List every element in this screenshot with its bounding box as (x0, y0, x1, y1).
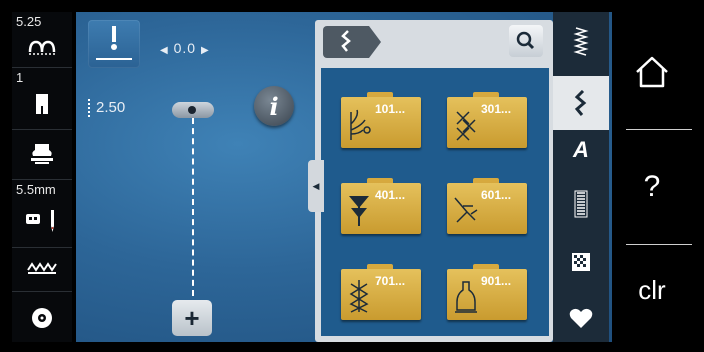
needle-icon-base (96, 58, 132, 60)
category-practical-stitches[interactable] (553, 22, 609, 62)
search-button[interactable] (509, 25, 543, 57)
stitch-width-icon (12, 38, 72, 58)
left-sidebar: 5.25 1 5.5mm (12, 12, 72, 342)
presser-foot-number: 1 (16, 70, 24, 85)
chevron-left-icon: ◀ (312, 180, 320, 191)
stitch-width-button[interactable]: 5.25 (12, 12, 72, 68)
stitch-length-value: 2.50 (96, 99, 126, 116)
feed-dog-icon (12, 142, 72, 166)
decorative-stitch-icon (339, 30, 353, 58)
divider (626, 129, 692, 130)
info-button[interactable]: i (254, 86, 294, 126)
stitch-category-tab[interactable] (323, 26, 381, 58)
search-icon (516, 31, 535, 50)
feed-dog-button[interactable] (12, 130, 72, 180)
stitch-folder-grid: 101... 301... 401... 601... 701... 901..… (321, 68, 549, 336)
divider (626, 244, 692, 245)
folder-label: 601... (481, 188, 512, 202)
buttonhole-icon (574, 190, 588, 218)
stitch-selection-panel: 101... 301... 401... 601... 701... 901..… (315, 20, 553, 342)
needle-icon (12, 208, 72, 234)
needle-icon-bar (112, 26, 116, 42)
category-quilt-stitches[interactable] (553, 242, 609, 282)
right-panel: ? clr (612, 12, 692, 342)
bobbin-button[interactable] (12, 292, 72, 342)
folder-label: 101... (375, 102, 406, 116)
needle-icon-dot (111, 44, 117, 50)
category-buttonholes[interactable] (553, 184, 609, 224)
collapse-panel-button[interactable]: ◀ (308, 160, 324, 212)
stitch-length-display[interactable]: 2.50 (88, 99, 126, 118)
needle-right-arrow-icon[interactable]: ▶ (201, 45, 210, 56)
heart-icon (569, 308, 593, 328)
quilt-stitch-icon (454, 197, 478, 223)
needle-size-value: 5.5mm (16, 182, 56, 197)
needle-position-control[interactable]: ◀ 0.0 ▶ (160, 40, 210, 56)
stitch-plate-button[interactable] (12, 248, 72, 292)
heirloom-stitch-icon (349, 280, 369, 313)
needle-left-arrow-icon[interactable]: ◀ (160, 45, 169, 56)
needle-position-value: 0.0 (173, 40, 197, 56)
practical-stitch-icon (573, 27, 589, 56)
help-button[interactable]: ? (612, 134, 692, 240)
bobbin-icon (12, 306, 72, 330)
home-icon (636, 56, 668, 88)
stitch-plate-icon (12, 262, 72, 276)
presser-foot-icon (12, 92, 72, 116)
stitch-preview-line (192, 118, 194, 296)
presser-foot-graphic (172, 102, 214, 118)
folder-label: 401... (375, 188, 406, 202)
stitch-folder-301[interactable]: 301... (447, 92, 527, 148)
category-decorative-stitches[interactable] (553, 76, 609, 130)
stitch-folder-101[interactable]: 101... (341, 92, 421, 148)
stitch-folder-701[interactable]: 701... (341, 264, 421, 320)
decorative-stitch-icon (574, 90, 587, 116)
cross-stitch-icon (456, 111, 476, 141)
tab-arrow (369, 26, 381, 58)
needle-select-button[interactable]: 5.5mm (12, 180, 72, 248)
needle-position-button[interactable] (88, 20, 140, 68)
presser-foot-button[interactable]: 1 (12, 68, 72, 130)
add-button[interactable]: + (172, 300, 212, 336)
clear-button[interactable]: clr (612, 250, 692, 330)
floral-stitch-icon (350, 109, 371, 140)
stitch-width-value: 5.25 (16, 14, 42, 29)
folder-label: 301... (481, 102, 512, 116)
folder-label: 701... (375, 274, 406, 288)
main-area: ◀ 0.0 ▶ 2.50 i + 101... 301... 401... 60… (76, 12, 616, 342)
category-alphabets[interactable]: A (553, 130, 609, 170)
stitch-folder-901[interactable]: 901... (447, 264, 527, 320)
satin-stitch-icon (349, 196, 369, 226)
home-button[interactable] (612, 32, 692, 112)
info-icon: i (269, 91, 279, 121)
bottle-stitch-icon (455, 281, 477, 313)
folder-label: 901... (481, 274, 512, 288)
category-favorites[interactable] (553, 298, 609, 338)
checker-icon (572, 253, 590, 271)
stitch-category-bar: A (553, 12, 609, 342)
stitch-folder-601[interactable]: 601... (447, 178, 527, 234)
stitch-length-icon (88, 99, 90, 118)
stitch-folder-401[interactable]: 401... (341, 178, 421, 234)
